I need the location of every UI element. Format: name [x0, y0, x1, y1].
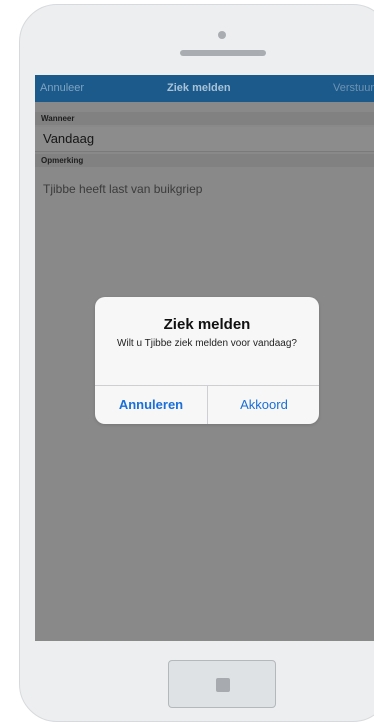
speaker-grill: [180, 50, 266, 56]
confirm-dialog: Ziek melden Wilt u Tjibbe ziek melden vo…: [95, 297, 319, 424]
when-field[interactable]: Vandaag: [35, 127, 374, 151]
cancel-nav-button[interactable]: Annuleer: [40, 82, 84, 95]
divider: [35, 151, 374, 152]
dialog-ok-button[interactable]: Akkoord: [208, 385, 319, 424]
dialog-title: Ziek melden: [163, 316, 251, 333]
remark-field[interactable]: Tjibbe heeft last van buikgriep: [35, 182, 374, 196]
when-label: Wanneer: [35, 112, 374, 125]
front-camera-icon: [218, 31, 226, 39]
home-button[interactable]: [168, 660, 276, 708]
home-square-icon: [216, 678, 230, 692]
dialog-cancel-button[interactable]: Annuleren: [95, 385, 207, 424]
dialog-message: Wilt u Tjibbe ziek melden voor vandaag?: [117, 338, 297, 349]
send-nav-button[interactable]: Verstuur: [333, 82, 374, 95]
navigation-bar: Annuleer Ziek melden Verstuur: [35, 75, 374, 102]
page-title: Ziek melden: [167, 82, 231, 94]
remark-label: Opmerking: [35, 154, 374, 167]
